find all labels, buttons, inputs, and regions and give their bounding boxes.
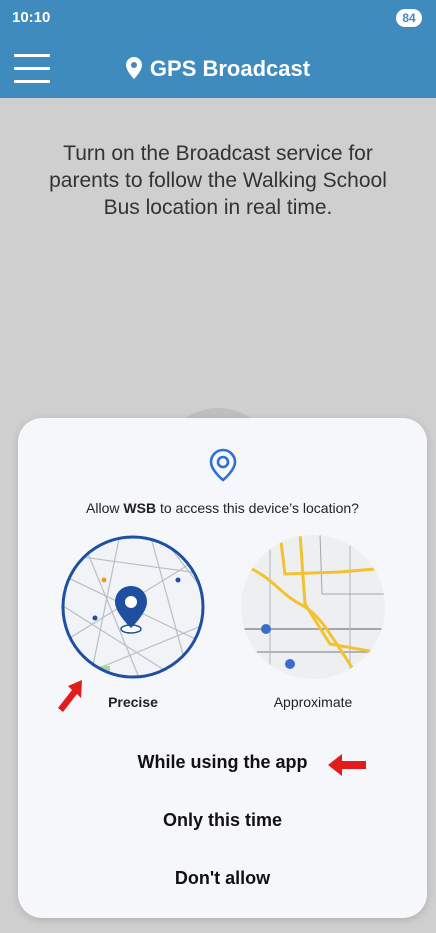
app-title-text: GPS Broadcast [149,56,311,81]
status-bar: 10:10 84 [0,0,436,40]
app-bar: GPS Broadcast [0,40,436,98]
red-arrow-icon [58,680,82,712]
battery-badge: 84 [396,9,422,27]
status-time: 10:10 [12,9,51,26]
location-permission-dialog: Allow WSB to access this device’s locati… [18,418,427,918]
precise-location-option[interactable] [60,534,206,680]
location-pin-icon [125,57,142,79]
only-this-time-button[interactable]: Only this time [18,810,427,831]
dont-allow-button[interactable]: Don't allow [18,868,427,889]
permission-question: Allow WSB to access this device’s locati… [86,500,359,516]
intro-text: Turn on the Broadcast service for parent… [49,142,387,219]
app-name: WSB [123,500,157,516]
red-arrow-icon [328,754,366,776]
approximate-label: Approximate [273,694,353,710]
app-title: GPS Broadcast [0,56,436,82]
location-icon [209,448,237,482]
approximate-location-option[interactable] [240,534,386,680]
